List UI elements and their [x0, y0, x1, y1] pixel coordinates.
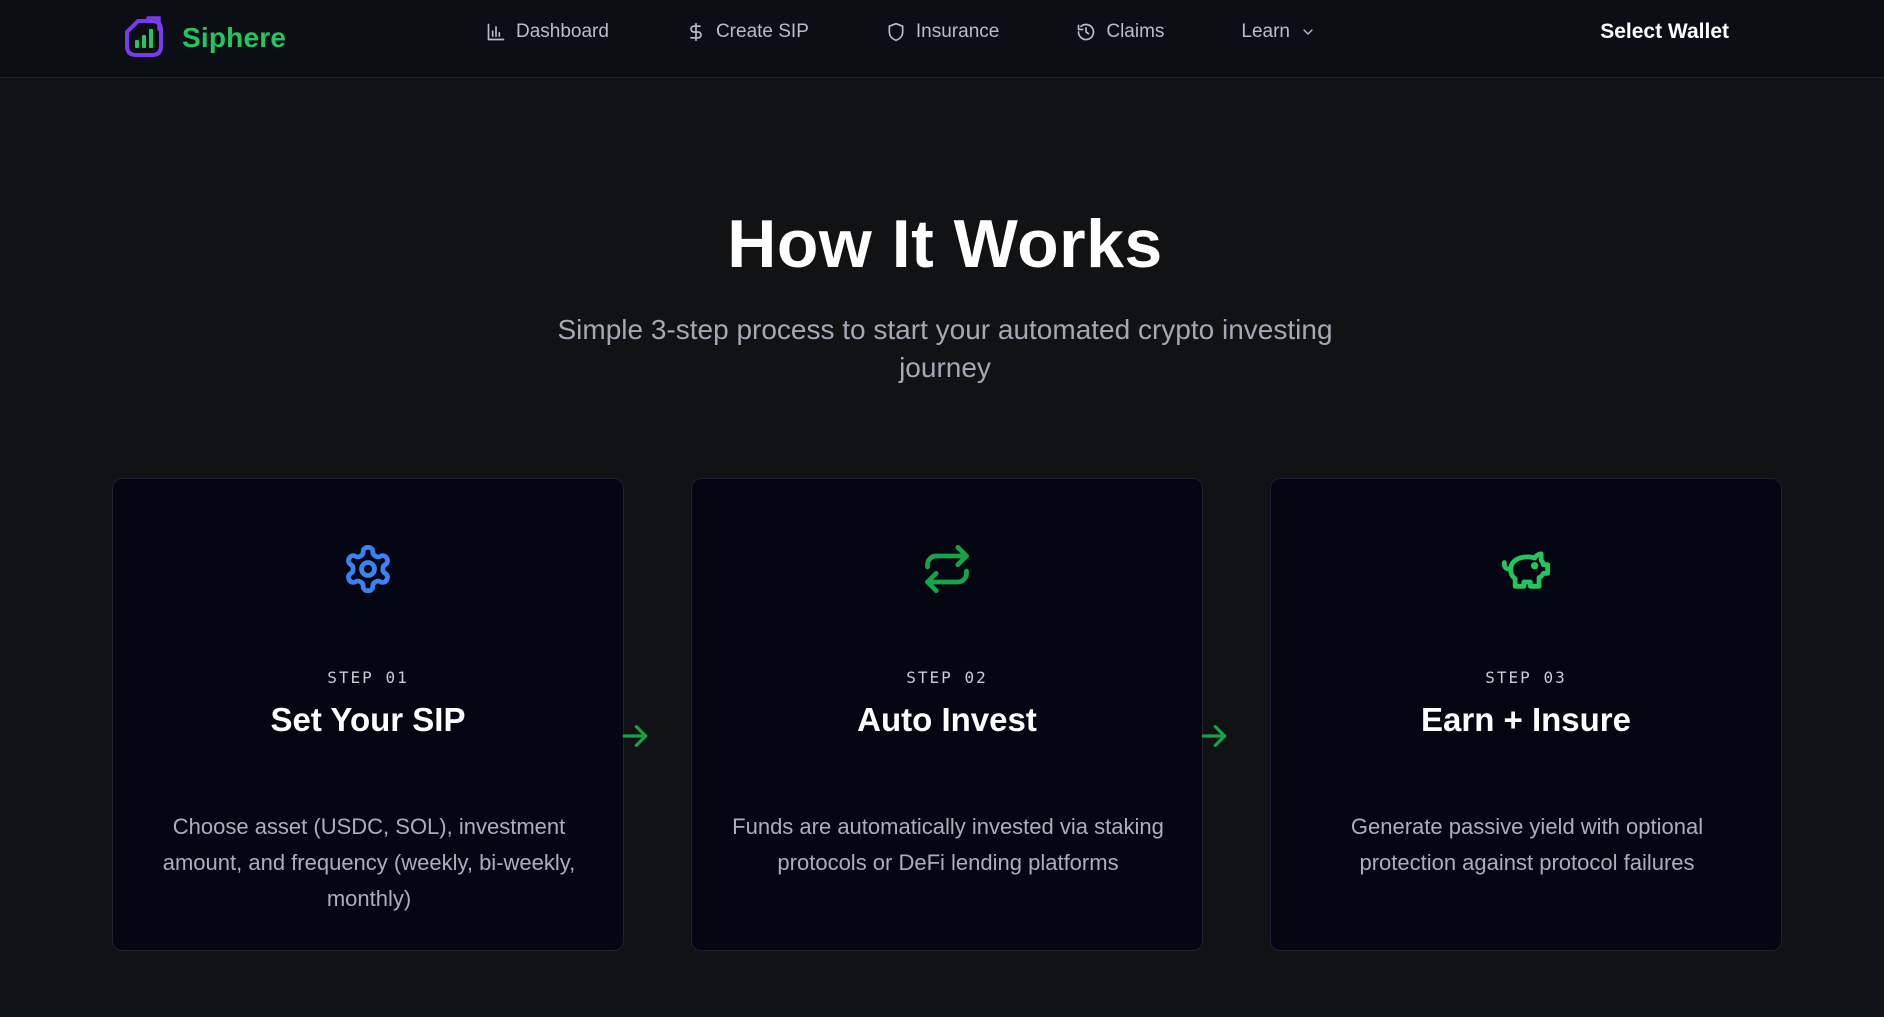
piggy-bank-icon [1500, 543, 1552, 595]
step-title: Set Your SIP [270, 701, 466, 738]
history-icon [1078, 23, 1095, 41]
repeat-icon [921, 543, 973, 595]
logo-icon [125, 16, 163, 57]
nav-label-claims: Claims [1106, 21, 1165, 42]
step-card-3: STEP 03 Earn + Insure Generate passive y… [1270, 478, 1782, 951]
step-number: STEP 02 [906, 668, 988, 687]
nav-item-insurance[interactable]: Insurance [886, 21, 999, 43]
nav-label-create-sip: Create SIP [715, 21, 809, 42]
nav-item-dashboard[interactable]: Dashboard [486, 21, 609, 43]
nav-item-claims[interactable]: Claims [1076, 21, 1164, 43]
brand-name: Siphere [182, 22, 287, 53]
brand[interactable]: Siphere [122, 10, 286, 66]
arrow-right-icon [1198, 720, 1230, 752]
select-wallet-button[interactable]: Select Wallet [1600, 14, 1729, 50]
navbar: Siphere Dashboard Create SIP Insurance C… [0, 0, 1884, 78]
nav-item-learn[interactable]: Learn [1241, 21, 1316, 43]
dollar-icon [690, 22, 702, 42]
chevron-down-icon [1303, 29, 1313, 35]
step-description: Funds are automatically invested via sta… [732, 814, 1164, 875]
step-description: Generate passive yield with optional pro… [1350, 814, 1704, 875]
step-description: Choose asset (USDC, SOL), investment amo… [162, 814, 576, 911]
nav-label-learn: Learn [1241, 21, 1291, 42]
shield-icon [888, 22, 904, 42]
nav-label-dashboard: Dashboard [516, 21, 609, 42]
nav-menu: Dashboard Create SIP Insurance Claims Le [486, 0, 1393, 64]
bar-chart-icon [487, 23, 505, 41]
gear-icon [342, 543, 394, 595]
section-subtitle: Simple 3-step process to start your auto… [557, 314, 1333, 383]
step-title: Auto Invest [857, 701, 1037, 738]
nav-label-insurance: Insurance [915, 21, 1000, 42]
step-card-2: STEP 02 Auto Invest Funds are automatica… [691, 478, 1203, 951]
section-title: How It Works [727, 206, 1163, 282]
step-card-1: STEP 01 Set Your SIP Choose asset (USDC,… [112, 478, 624, 951]
step-number: STEP 01 [327, 668, 409, 687]
step-title: Earn + Insure [1420, 701, 1631, 738]
arrow-right-icon [619, 720, 651, 752]
nav-item-create-sip[interactable]: Create SIP [686, 21, 809, 43]
step-number: STEP 03 [1485, 668, 1567, 687]
